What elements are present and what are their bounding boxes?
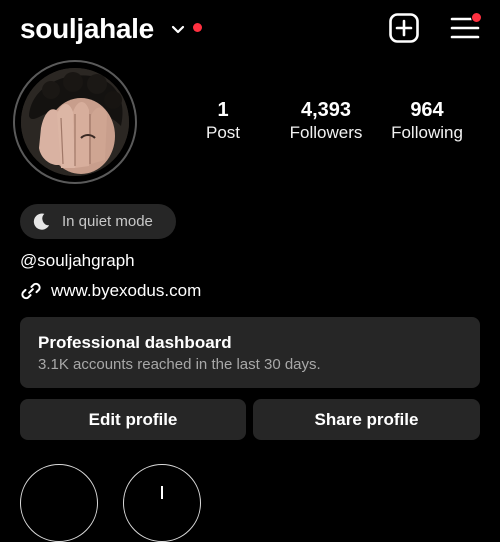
following-count: 964 bbox=[410, 99, 444, 121]
stat-posts[interactable]: 1 Post bbox=[193, 98, 253, 144]
plus-icon bbox=[161, 486, 163, 499]
following-label: Following bbox=[391, 123, 463, 142]
dashboard-subtitle: 3.1K accounts reached in the last 30 day… bbox=[38, 356, 321, 373]
professional-dashboard[interactable]: Professional dashboard 3.1K accounts rea… bbox=[20, 317, 480, 388]
edit-profile-button[interactable]: Edit profile bbox=[20, 399, 246, 440]
dashboard-title: Professional dashboard bbox=[38, 333, 232, 352]
story-highlight[interactable] bbox=[20, 464, 98, 542]
threads-handle[interactable]: @souljahgraph bbox=[20, 250, 135, 272]
quiet-mode-label: In quiet mode bbox=[62, 213, 153, 230]
stat-following[interactable]: 964 Following bbox=[382, 98, 472, 144]
moon-icon bbox=[33, 213, 50, 230]
avatar[interactable] bbox=[21, 68, 129, 176]
followers-label: Followers bbox=[289, 123, 363, 142]
posts-label: Post bbox=[205, 123, 241, 142]
followers-count: 4,393 bbox=[300, 99, 352, 121]
posts-count: 1 bbox=[217, 99, 229, 121]
share-profile-button[interactable]: Share profile bbox=[253, 399, 480, 440]
link-icon bbox=[21, 282, 41, 300]
chevron-down-icon[interactable] bbox=[171, 25, 185, 35]
stat-followers[interactable]: 4,393 Followers bbox=[280, 98, 372, 144]
avatar-photo bbox=[21, 68, 129, 176]
create-post-icon[interactable] bbox=[388, 12, 420, 44]
new-highlight-button[interactable] bbox=[123, 464, 201, 542]
menu-notification-dot bbox=[471, 12, 482, 23]
profile-header: souljahale bbox=[20, 12, 482, 46]
website-link[interactable]: www.byexodus.com bbox=[51, 280, 201, 302]
username[interactable]: souljahale bbox=[20, 12, 154, 46]
quiet-mode-badge[interactable]: In quiet mode bbox=[20, 204, 176, 239]
notification-dot bbox=[193, 23, 202, 32]
